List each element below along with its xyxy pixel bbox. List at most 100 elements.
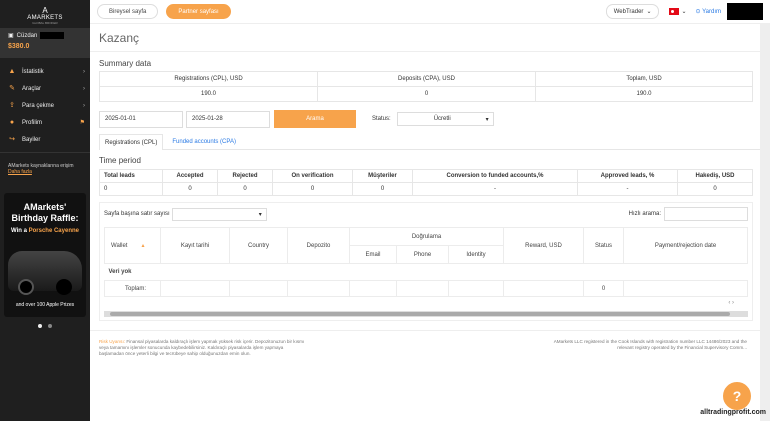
wallet-card[interactable]: ▣ Cüzdan $380.0	[0, 28, 90, 58]
top-bar: Bireysel sayfa Partner sayfası WebTrader…	[90, 0, 770, 24]
summary-value: 190.0	[535, 86, 753, 102]
date-from-input[interactable]: 2025-01-01	[99, 110, 183, 128]
carousel-dot[interactable]	[38, 324, 42, 328]
period-value: 0	[99, 182, 163, 196]
support-chat-button[interactable]: ?	[721, 380, 753, 412]
status-value: Ücretli	[433, 116, 451, 122]
rows-per-page-select[interactable]: ▾	[171, 207, 267, 221]
car-image	[8, 251, 82, 295]
tab-registrations[interactable]: Registrations (CPL)	[99, 134, 164, 150]
prev-page-icon[interactable]: ‹	[728, 300, 730, 306]
period-header: Total leads	[99, 169, 163, 183]
summary-header: Deposits (CPA), USD	[317, 71, 536, 87]
status-select[interactable]: Ücretli ▾	[396, 112, 494, 126]
chevron-right-icon: ›	[83, 68, 85, 75]
promo-win: Win a Porsche Cayenne	[4, 228, 86, 234]
content: Kazanç Summary data Registrations (CPL),…	[90, 31, 770, 321]
total-cell	[623, 280, 748, 297]
summary-value: 190.0	[99, 86, 318, 102]
promo-banner[interactable]: AMarkets' Birthday Raffle: Win a Porsche…	[4, 193, 86, 317]
user-menu-masked[interactable]	[727, 3, 763, 20]
period-value: 0	[677, 182, 753, 196]
logo-sub: GLOBAL BROKER	[32, 21, 58, 25]
chart-icon: ▲	[8, 67, 16, 75]
data-table-panel: Sayfa başına satır sayısı ▾ Hızlı arama:…	[99, 202, 753, 321]
sidebar-item-label: İstatistik	[22, 68, 44, 75]
help-link[interactable]: ⊙ Yardım	[696, 8, 722, 15]
date-to-input[interactable]: 2025-01-28	[186, 110, 270, 128]
sidebar-item-withdraw[interactable]: ⇪ Para çekme ›	[0, 97, 90, 114]
withdraw-icon: ⇪	[9, 101, 15, 109]
sidebar-item-profile[interactable]: ● Profilim ⚑	[0, 114, 90, 131]
resources-link[interactable]: Daha fazla	[8, 169, 82, 175]
sidebar-item-tools[interactable]: ✎ Araçlar ›	[0, 80, 90, 97]
sidebar-item-label: Para çekme	[22, 102, 55, 109]
promo-win-prefix: Win a	[11, 228, 27, 234]
horizontal-scrollbar[interactable]	[104, 311, 748, 317]
risk-warning: Risk Uyarısı: Finansal piyasalarda kaldı…	[99, 339, 309, 367]
summary-header: Toplam, USD	[535, 71, 753, 87]
logo[interactable]: A AMARKETS GLOBAL BROKER	[0, 0, 90, 28]
sort-icon: ▴	[141, 243, 145, 249]
status-label: Status:	[372, 116, 391, 122]
period-value: -	[412, 182, 578, 196]
webtrader-button[interactable]: WebTrader ⌄	[605, 4, 660, 19]
column-header-status[interactable]: Status	[583, 227, 624, 264]
sidebar-item-statistics[interactable]: ▲ İstatistik ›	[0, 63, 90, 80]
sidebar-item-label: Araçlar	[22, 85, 42, 92]
tab-personal-page[interactable]: Bireysel sayfa	[97, 4, 159, 19]
quick-search-input[interactable]	[664, 207, 748, 221]
wallet-id-masked	[40, 32, 65, 39]
webtrader-label: WebTrader	[613, 8, 644, 15]
column-header-payment-date[interactable]: Payment/rejection date	[623, 227, 748, 264]
resources-note: AMarkets kaynaklarına erişim Daha fazla	[0, 157, 90, 181]
search-button[interactable]: Arama	[274, 110, 356, 128]
total-cell	[287, 280, 350, 297]
next-page-icon[interactable]: ›	[732, 300, 734, 306]
column-header-phone[interactable]: Phone	[396, 245, 449, 264]
legal-text: AMarkets LLC registered in the Cook Isla…	[553, 339, 747, 350]
column-header-country[interactable]: Country	[229, 227, 288, 264]
scrollbar-thumb[interactable]	[110, 312, 730, 316]
carousel-dots	[0, 324, 90, 328]
column-header-reward[interactable]: Reward, USD	[503, 227, 584, 264]
period-value: -	[577, 182, 678, 196]
period-header: On verification	[272, 169, 353, 183]
logout-icon: ↪	[9, 135, 15, 143]
summary-header: Registrations (CPL), USD	[99, 71, 318, 87]
period-value: 0	[352, 182, 413, 196]
promo-bottom-text: and over 100 Apple Prizes	[15, 302, 75, 308]
column-header-registration-date[interactable]: Kayıt tarihi	[160, 227, 230, 264]
turkey-flag-icon[interactable]	[669, 8, 680, 15]
column-label: Wallet	[111, 243, 128, 249]
carousel-dot[interactable]	[48, 324, 52, 328]
column-header-identity[interactable]: Identity	[448, 245, 504, 264]
summary-value: 0	[317, 86, 536, 102]
sidebar-nav: ▲ İstatistik › ✎ Araçlar › ⇪ Para çekme › ● Pro…	[0, 63, 90, 148]
tab-funded-accounts[interactable]: Funded accounts (CPA)	[167, 134, 241, 150]
total-cell	[229, 280, 288, 297]
period-header: Hakediş, USD	[677, 169, 753, 183]
question-icon: ?	[732, 388, 742, 404]
watermark: alltradingprofit.com	[700, 409, 766, 416]
page-scrollbar[interactable]	[760, 24, 770, 421]
empty-state: Veri yok	[108, 269, 132, 275]
total-cell	[448, 280, 504, 297]
chevron-down-icon: ⌄	[646, 9, 652, 15]
total-label: Toplam:	[104, 280, 161, 297]
column-header-email[interactable]: Email	[349, 245, 397, 264]
page-title: Kazanç	[99, 31, 140, 45]
sidebar: A AMARKETS GLOBAL BROKER ▣ Cüzdan $380.0 …	[0, 0, 90, 421]
sidebar-item-dealers[interactable]: ↪ Bayiler	[0, 131, 90, 148]
column-header-deposit[interactable]: Depozito	[287, 227, 350, 264]
promo-title-2: Birthday Raffle:	[11, 213, 79, 223]
data-table: Wallet ▴ Kayıt tarihi Country Depozito Do…	[104, 227, 748, 297]
tab-partner-page[interactable]: Partner sayfası	[166, 4, 231, 19]
total-status: 0	[583, 280, 624, 297]
help-label: Yardım	[702, 9, 721, 15]
column-header-wallet[interactable]: Wallet ▴	[104, 227, 161, 264]
promo-title-1: AMarkets'	[23, 202, 67, 212]
divider	[0, 152, 90, 153]
promo-car-name: Porsche Cayenne	[28, 228, 79, 234]
flag-icon: ⚑	[79, 120, 85, 126]
